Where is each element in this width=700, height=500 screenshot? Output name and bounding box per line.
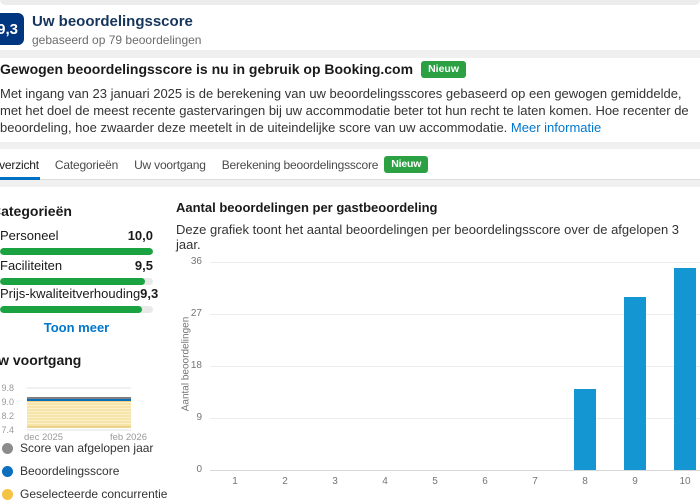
review-score-page: 9,3 Uw beoordelingsscore gebaseerd op 79… bbox=[0, 0, 700, 500]
legend-label: Score van afgelopen jaar bbox=[20, 441, 153, 455]
tab-uw-voortgang[interactable]: Uw voortgang bbox=[133, 149, 207, 180]
tab-bar: Overzicht Categorieën Uw voortgang Berek… bbox=[0, 149, 700, 180]
blue-dot-icon bbox=[2, 466, 13, 477]
competition-band bbox=[27, 401, 131, 427]
reviews-chart-plot: Aantal beoordelingen 0918273612345678910 bbox=[176, 252, 700, 492]
category-score: 9,3 bbox=[140, 286, 158, 301]
category-bar-track bbox=[0, 306, 153, 313]
category-label: Faciliteiten bbox=[0, 258, 62, 273]
overall-score-badge: 9,3 bbox=[0, 13, 24, 45]
x-tick-5: 5 bbox=[420, 476, 450, 487]
x-tick-1: 1 bbox=[220, 476, 250, 487]
legend-item-last-year: Score van afgelopen jaar bbox=[2, 441, 167, 455]
weighted-score-banner: Gewogen beoordelingsscore is nu in gebru… bbox=[0, 61, 700, 136]
meer-informatie-link[interactable]: Meer informatie bbox=[511, 120, 601, 135]
banner-title: Gewogen beoordelingsscore is nu in gebru… bbox=[0, 61, 700, 78]
category-row-prijs-kwaliteit: Prijs-kwaliteitverhouding 9,3 bbox=[0, 286, 153, 313]
gridline bbox=[210, 262, 700, 263]
x-tick-7: 7 bbox=[520, 476, 550, 487]
y-tick-9: 9 bbox=[176, 412, 202, 423]
banner-body: Met ingang van 23 januari 2025 is de ber… bbox=[0, 85, 698, 136]
section-divider bbox=[0, 142, 700, 149]
reviews-chart-title: Aantal beoordelingen per gastbeoordeling bbox=[176, 200, 437, 215]
legend-label: Geselecteerde concurrentie bbox=[20, 487, 167, 500]
categories-heading: Categorieën bbox=[0, 203, 72, 219]
chart-bar-score-9 bbox=[624, 297, 646, 470]
tab-label: Berekening beoordelingsscore bbox=[222, 158, 379, 172]
tab-categorieen[interactable]: Categorieën bbox=[54, 149, 119, 180]
legend-item-competition: Geselecteerde concurrentie bbox=[2, 487, 167, 500]
y-tick-36: 36 bbox=[176, 256, 202, 267]
x-tick-8: 8 bbox=[570, 476, 600, 487]
x-tick-9: 9 bbox=[620, 476, 650, 487]
category-label: Personeel bbox=[0, 228, 59, 243]
legend-label: Beoordelingsscore bbox=[20, 464, 119, 478]
progress-chart-canvas bbox=[0, 387, 134, 435]
tab-berekening-beoordelingsscore[interactable]: Berekening beoordelingsscore Nieuw bbox=[221, 149, 429, 180]
progress-mini-chart: 9.8 9.0 8.2 7.4 dec bbox=[0, 383, 156, 443]
category-row-personeel: Personeel 10,0 bbox=[0, 228, 153, 255]
category-score: 10,0 bbox=[128, 228, 153, 243]
legend-item-score: Beoordelingsscore bbox=[2, 464, 167, 478]
x-tick-10: 10 bbox=[670, 476, 700, 487]
category-bar-fill bbox=[0, 278, 145, 285]
x-tick-2: 2 bbox=[270, 476, 300, 487]
banner-title-text: Gewogen beoordelingsscore is nu in gebru… bbox=[0, 61, 413, 77]
x-tick-3: 3 bbox=[320, 476, 350, 487]
section-divider bbox=[0, 180, 700, 187]
category-bar-track bbox=[0, 248, 153, 255]
section-divider bbox=[0, 50, 700, 58]
category-bar-track bbox=[0, 278, 153, 285]
category-score: 9,5 bbox=[135, 258, 153, 273]
reviews-chart-subtitle: Deze grafiek toont het aantal beoordelin… bbox=[176, 222, 700, 252]
top-divider-strip bbox=[0, 0, 700, 5]
category-row-faciliteiten: Faciliteiten 9,5 bbox=[0, 258, 153, 285]
x-tick-6: 6 bbox=[470, 476, 500, 487]
gray-dot-icon bbox=[2, 443, 13, 454]
category-bar-fill bbox=[0, 248, 153, 255]
progress-heading: Uw voortgang bbox=[0, 352, 81, 368]
nieuw-badge: Nieuw bbox=[421, 61, 466, 78]
x-tick-4: 4 bbox=[370, 476, 400, 487]
category-label: Prijs-kwaliteitverhouding bbox=[0, 286, 140, 301]
gridline bbox=[210, 470, 700, 471]
y-tick-27: 27 bbox=[176, 308, 202, 319]
chart-bar-score-10 bbox=[674, 268, 696, 470]
nieuw-badge: Nieuw bbox=[384, 156, 428, 173]
page-header: Uw beoordelingsscore gebaseerd op 79 beo… bbox=[32, 13, 201, 47]
yellow-dot-icon bbox=[2, 489, 13, 500]
page-title: Uw beoordelingsscore bbox=[32, 13, 201, 30]
tab-overzicht[interactable]: Overzicht bbox=[0, 149, 40, 180]
chart-bar-score-8 bbox=[574, 389, 596, 470]
review-count-subtitle: gebaseerd op 79 beoordelingen bbox=[32, 33, 201, 47]
y-tick-0: 0 bbox=[176, 464, 202, 475]
y-tick-18: 18 bbox=[176, 360, 202, 371]
category-bar-fill bbox=[0, 306, 142, 313]
progress-legend: Score van afgelopen jaar Beoordelingssco… bbox=[2, 441, 167, 500]
toon-meer-link[interactable]: Toon meer bbox=[0, 320, 153, 335]
